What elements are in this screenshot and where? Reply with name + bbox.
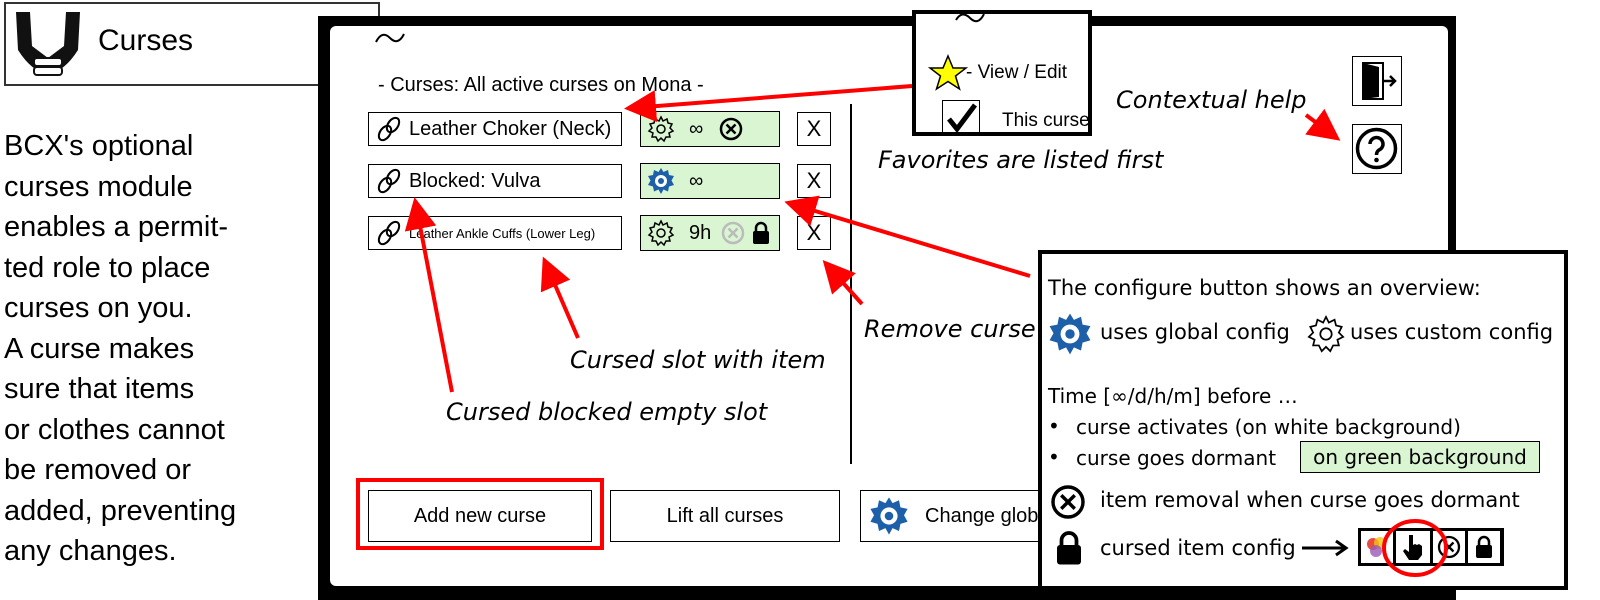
intro-line: or clothes cannot: [4, 413, 225, 446]
remove-curse-button[interactable]: X: [797, 112, 831, 146]
help-question-icon: [1355, 127, 1398, 170]
restraint-hands-icon: [16, 12, 80, 76]
blocked-slot-annotation: Cursed blocked empty slot: [446, 398, 768, 426]
global-config-gear-icon: [870, 497, 908, 535]
lock-icon: [753, 221, 770, 244]
remove-curse-button[interactable]: X: [797, 164, 831, 198]
global-config-legend: uses global config: [1100, 320, 1290, 344]
remove-curse-button[interactable]: X: [797, 216, 831, 250]
curse-config-button[interactable]: ∞: [640, 163, 780, 199]
custom-config-legend: uses custom config: [1350, 320, 1554, 344]
panel-heading: - Curses: All active curses on Mona -: [378, 74, 704, 96]
curse-config-button[interactable]: ∞: [640, 111, 780, 147]
slot-item-annotation: Cursed slot with item: [570, 346, 826, 374]
item-removal-icon: [722, 221, 745, 245]
curse-slot-item[interactable]: Leather Ankle Cuffs (Lower Leg): [368, 216, 622, 250]
intro-line: BCX's optional: [4, 130, 194, 162]
global-config-gear-icon: [648, 168, 674, 194]
chain-icon: [377, 116, 401, 142]
custom-config-gear-icon: [1307, 314, 1345, 353]
custom-config-gear-icon: [647, 115, 675, 143]
help-button[interactable]: [1352, 124, 1402, 174]
module-title: Curses: [98, 24, 194, 57]
activates-legend: curse activates (on white background): [1076, 415, 1461, 439]
intro-line: curses on you.: [4, 292, 193, 324]
panel-divider: [850, 104, 852, 464]
curse-slot-item[interactable]: Leather Choker (Neck): [368, 112, 622, 146]
scroll-curl-icon: [375, 33, 405, 43]
arrow-right-icon: [1302, 539, 1349, 557]
dormant-legend: curse goes dormant: [1076, 446, 1277, 470]
star-icon: [928, 54, 968, 91]
curse-slot-label: Leather Ankle Cuffs (Lower Leg): [409, 225, 596, 241]
curse-slot-label: Leather Choker (Neck): [409, 117, 612, 140]
curse-timer: ∞: [689, 117, 704, 140]
removal-legend: item removal when curse goes dormant: [1100, 488, 1520, 512]
overview-title: The configure button shows an overview:: [1048, 276, 1481, 300]
curse-slot-label: Blocked: Vulva: [409, 169, 541, 192]
intro-line: added, preventing: [4, 494, 237, 527]
time-before-label: Time [∞/d/h/m] before …: [1048, 384, 1298, 408]
change-global-config-button[interactable]: Change glob: [860, 490, 1050, 542]
bullet-icon: •: [1048, 414, 1060, 438]
favorites-popup: - View / Edit This curse: [912, 10, 1092, 136]
intro-line: be removed or: [4, 454, 191, 486]
favorite-checkbox[interactable]: [942, 100, 980, 132]
global-config-gear-icon: [1049, 313, 1091, 355]
curse-slot-blocked[interactable]: Blocked: Vulva: [368, 164, 622, 198]
view-edit-label: - View / Edit: [966, 62, 1068, 83]
checkmark-icon: [947, 103, 977, 132]
change-global-label: Change glob: [925, 504, 1039, 527]
curse-config-button[interactable]: 9h: [640, 215, 780, 251]
chain-icon: [377, 168, 401, 194]
add-curse-button[interactable]: Add new curse: [368, 490, 592, 542]
curse-timer: 9h: [689, 221, 712, 244]
green-background-sample: on green background: [1300, 441, 1540, 473]
scroll-curl-icon: [955, 14, 985, 23]
exit-button[interactable]: [1352, 56, 1402, 106]
intro-line: any changes.: [4, 535, 177, 567]
intro-text: BCX's optional curses module enables a p…: [4, 126, 304, 572]
item-removal-icon: [1051, 485, 1085, 519]
item-removal-icon: [720, 117, 743, 141]
remove-annotation: Remove curse: [864, 315, 1036, 343]
intro-line: curses module: [4, 170, 193, 203]
help-annotation: Contextual help: [1116, 86, 1307, 114]
bullet-icon: •: [1048, 445, 1060, 469]
chain-icon: [377, 220, 401, 246]
this-curse-label: This curse: [1002, 110, 1090, 131]
intro-line: sure that items: [4, 373, 195, 405]
custom-config-gear-icon: [647, 219, 675, 247]
highlight-circle: [1382, 519, 1448, 577]
cursed-config-legend: cursed item config: [1100, 536, 1296, 560]
intro-line: enables a permit-: [4, 211, 229, 243]
lock-icon[interactable]: [1468, 531, 1500, 563]
lock-icon: [1057, 531, 1081, 565]
curse-timer: ∞: [689, 169, 704, 192]
exit-door-icon: [1362, 62, 1397, 100]
intro-line: ted role to place: [4, 251, 211, 284]
intro-line: A curse makes: [4, 332, 195, 365]
lift-all-curses-button[interactable]: Lift all curses: [610, 490, 840, 542]
favorites-annotation: Favorites are listed first: [878, 146, 1164, 174]
